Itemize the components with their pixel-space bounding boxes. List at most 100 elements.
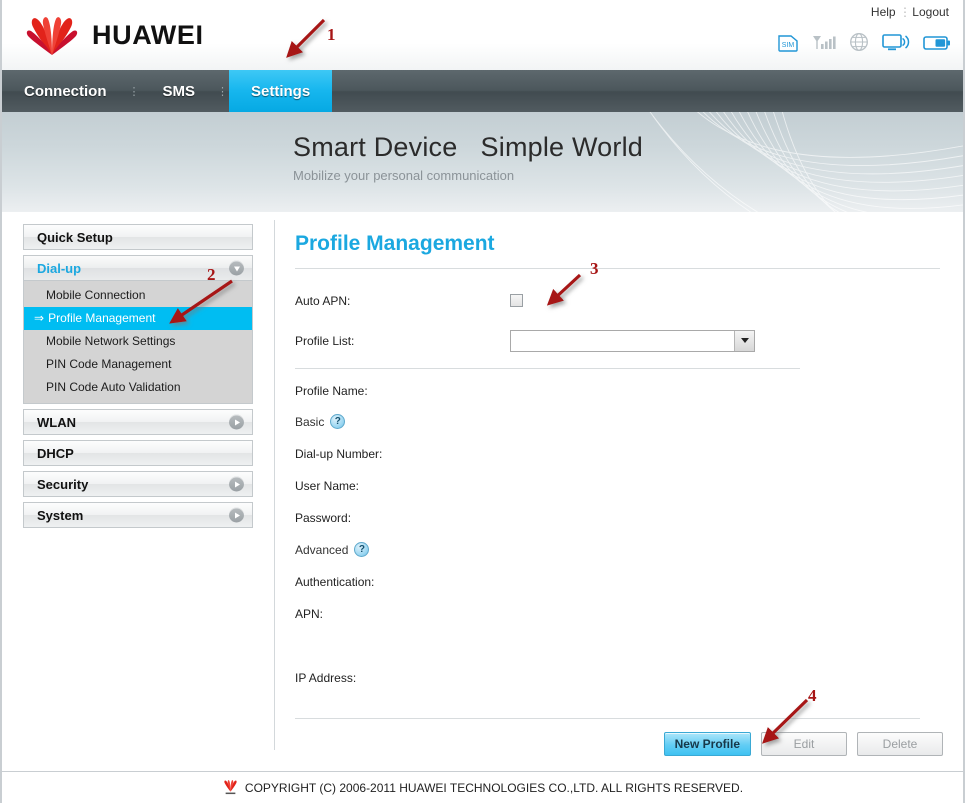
auto-apn-checkbox[interactable] [510, 294, 523, 307]
sidebar-group-label: WLAN [37, 415, 76, 430]
section-basic: Basic ? [295, 410, 963, 433]
hero-banner: Smart Device Simple World Mobilize your … [2, 112, 963, 212]
field-row-password: Password: [295, 506, 963, 529]
sidebar-group-label: Security [37, 477, 89, 492]
right-arrow-icon: ⇒ [34, 311, 45, 325]
sidebar-item-pin-code-auto-validation[interactable]: PIN Code Auto Validation [24, 376, 252, 399]
sidebar-subitem-label: PIN Code Auto Validation [46, 380, 181, 394]
sidebar-item-profile-management[interactable]: ⇒ Profile Management [24, 307, 252, 330]
tab-settings[interactable]: Settings [229, 70, 333, 112]
footer-huawei-logo-icon [222, 778, 239, 798]
section-divider [295, 368, 800, 369]
sidebar-group-label: Quick Setup [37, 230, 113, 245]
tab-separator: ⋮ [217, 85, 230, 98]
field-row-dialup-number: Dial-up Number: [295, 442, 963, 465]
annotation-number-3: 3 [590, 259, 599, 278]
sidebar-group-quick-setup: Quick Setup [23, 224, 253, 250]
signal-bars-icon [812, 34, 836, 55]
chevron-right-icon[interactable] [229, 476, 244, 492]
main-tab-bar: Connection ⋮ SMS ⋮ Settings [2, 70, 963, 116]
sidebar-subitem-label: Profile Management [48, 311, 156, 325]
sidebar-subitem-label: Mobile Network Settings [46, 334, 176, 348]
annotation-number-1: 1 [327, 25, 336, 44]
sidebar-group-dhcp: DHCP [23, 440, 253, 466]
profile-name-label: Profile Name: [295, 383, 368, 398]
profile-list-label: Profile List: [295, 333, 355, 348]
tab-separator: ⋮ [128, 85, 141, 98]
help-link[interactable]: Help [871, 5, 896, 19]
banner-title: Smart Device Simple World [293, 132, 643, 162]
sidebar-subitems-dial-up: Mobile Connection ⇒ Profile Management Mo… [23, 281, 253, 404]
chevron-right-icon[interactable] [229, 414, 244, 430]
page-footer: COPYRIGHT (C) 2006-2011 HUAWEI TECHNOLOG… [2, 771, 963, 803]
sidebar-group-label: System [37, 508, 84, 523]
sidebar-item-quick-setup[interactable]: Quick Setup [23, 224, 253, 250]
sidebar-item-system[interactable]: System [23, 502, 253, 528]
advanced-label: Advanced [295, 542, 349, 557]
header-links: Help ⋮ Logout [871, 5, 949, 19]
battery-icon [923, 34, 951, 55]
globe-icon [849, 32, 869, 55]
tab-connection[interactable]: Connection [2, 70, 129, 112]
status-icon-bar: SIM [777, 32, 951, 55]
section-advanced: Advanced ? [295, 538, 963, 561]
huawei-router-page: HUAWEI Help ⋮ Logout SIM Connection ⋮ SM… [0, 0, 965, 803]
sidebar-item-pin-code-management[interactable]: PIN Code Management [24, 353, 252, 376]
title-divider [295, 268, 940, 269]
basic-label: Basic [295, 414, 325, 429]
content-area: Quick Setup Dial-up Mobile Connection ⇒ P… [2, 212, 963, 768]
banner-subtitle: Mobilize your personal communication [293, 168, 515, 183]
sidebar-item-mobile-network-settings[interactable]: Mobile Network Settings [24, 330, 252, 353]
new-profile-button[interactable]: New Profile [663, 732, 751, 756]
button-divider [295, 718, 920, 719]
field-row-profile-list: Profile List: [295, 329, 963, 352]
sim-icon: SIM [777, 34, 799, 55]
monitor-wifi-icon [882, 32, 910, 55]
brand-logo: HUAWEI [24, 13, 204, 57]
password-label: Password: [295, 510, 352, 525]
help-question-icon[interactable]: ? [354, 542, 370, 557]
sidebar-group-label: Dial-up [37, 261, 82, 276]
sidebar-group-system: System [23, 502, 253, 528]
profile-list-dropdown[interactable] [510, 329, 755, 352]
help-question-icon[interactable]: ? [330, 414, 346, 429]
delete-button[interactable]: Delete [857, 732, 943, 756]
field-row-profile-name: Profile Name: [295, 379, 963, 402]
link-separator: ⋮ [898, 5, 911, 19]
sidebar-item-security[interactable]: Security [23, 471, 253, 497]
sidebar-group-dial-up: Dial-up Mobile Connection ⇒ Profile Manag… [23, 255, 253, 404]
page-header: HUAWEI Help ⋮ Logout SIM [2, 0, 963, 70]
banner-text-block: Smart Device Simple World Mobilize your … [293, 132, 643, 183]
page-title: Profile Management [295, 232, 495, 255]
chevron-down-icon[interactable] [229, 260, 244, 276]
huawei-flower-logo-icon [24, 13, 80, 57]
annotation-number-2: 2 [207, 265, 216, 284]
chevron-right-icon[interactable] [229, 507, 244, 523]
field-row-authentication: Authentication: [295, 570, 963, 593]
field-row-user-name: User Name: [295, 474, 963, 497]
annotation-number-4: 4 [808, 686, 817, 705]
sidebar-group-label: DHCP [37, 446, 74, 461]
auto-apn-label: Auto APN: [295, 293, 351, 308]
sidebar-subitem-label: PIN Code Management [46, 357, 172, 371]
chevron-down-icon[interactable] [734, 330, 754, 351]
edit-button[interactable]: Edit [761, 732, 847, 756]
sidebar-item-mobile-connection[interactable]: Mobile Connection [24, 284, 252, 307]
authentication-label: Authentication: [295, 574, 375, 589]
logout-link[interactable]: Logout [912, 5, 949, 19]
sidebar-nav: Quick Setup Dial-up Mobile Connection ⇒ P… [2, 212, 274, 768]
field-row-apn: APN: [295, 602, 963, 625]
sidebar-item-wlan[interactable]: WLAN [23, 409, 253, 435]
dialup-number-label: Dial-up Number: [295, 446, 383, 461]
sidebar-group-wlan: WLAN [23, 409, 253, 435]
apn-label: APN: [295, 606, 324, 621]
brand-name: HUAWEI [92, 19, 204, 50]
sidebar-subitem-label: Mobile Connection [46, 288, 146, 302]
ip-address-label: IP Address: [295, 670, 357, 685]
sidebar-item-dial-up[interactable]: Dial-up [23, 255, 253, 281]
field-row-ip-address: IP Address: [295, 666, 963, 689]
sidebar-item-dhcp[interactable]: DHCP [23, 440, 253, 466]
action-button-row: New Profile Edit Delete [663, 732, 943, 756]
tab-sms[interactable]: SMS [141, 70, 218, 112]
field-row-auto-apn: Auto APN: [295, 289, 963, 312]
